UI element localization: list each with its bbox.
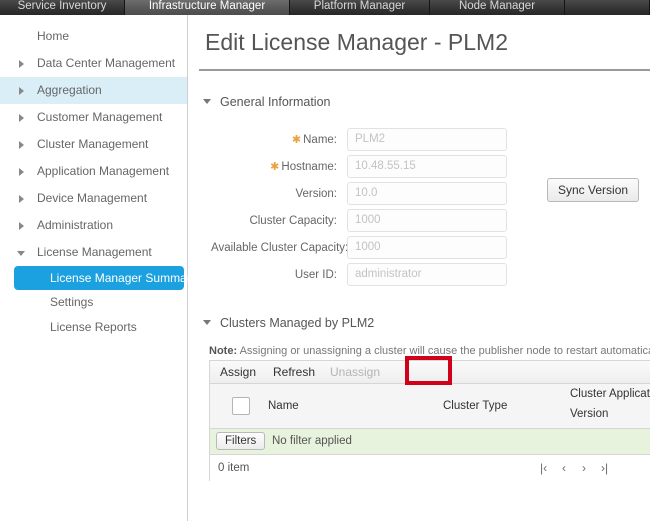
tab-partial[interactable] xyxy=(565,0,650,15)
sidebar-item-aggregation[interactable]: Aggregation xyxy=(0,77,187,104)
tab-service-inventory[interactable]: Service Inventory xyxy=(0,0,125,15)
caret-down-icon xyxy=(203,99,211,104)
form-row-available-cluster-capacity: Available Cluster Capacity: 1000 xyxy=(211,236,631,260)
form-row-cluster-capacity: Cluster Capacity: 1000 xyxy=(211,209,631,233)
sidebar-item-customer-management[interactable]: Customer Management xyxy=(0,104,187,131)
filter-row: Filters No filter applied xyxy=(210,429,650,455)
column-header-name[interactable]: Name xyxy=(268,400,299,412)
filter-status-text: No filter applied xyxy=(272,435,352,447)
required-asterisk-icon: ✱ xyxy=(291,134,302,146)
section-title: General Information xyxy=(220,95,331,109)
form-row-name: ✱ Name: PLM2 xyxy=(211,128,631,152)
section-title: Clusters Managed by PLM2 xyxy=(220,316,375,330)
tab-label: Node Manager xyxy=(458,0,536,12)
chevron-right-icon xyxy=(19,60,24,68)
field-label-hostname: ✱ Hostname: xyxy=(270,161,337,173)
filters-button[interactable]: Filters xyxy=(216,432,266,450)
column-header-cluster-application[interactable]: Cluster Application xyxy=(570,388,650,400)
sidebar-subitem-label: Settings xyxy=(50,295,94,309)
assign-button[interactable]: Assign xyxy=(210,361,266,383)
top-tab-bar: Service Inventory Infrastructure Manager… xyxy=(0,0,650,15)
sidebar-item-label: Cluster Management xyxy=(37,137,149,151)
sidebar-item-license-reports[interactable]: License Reports xyxy=(0,315,187,340)
sidebar-item-label: Aggregation xyxy=(37,83,102,97)
hostname-field[interactable]: 10.48.55.15 xyxy=(347,155,507,178)
name-field[interactable]: PLM2 xyxy=(347,128,507,151)
sidebar-item-label: Administration xyxy=(37,218,114,232)
table-header-row: Name Cluster Type Cluster Application Ve… xyxy=(210,384,650,429)
sidebar-item-label: Application Management xyxy=(37,164,170,178)
version-field[interactable]: 10.0 xyxy=(347,182,507,205)
table-footer: 0 item |‹ ‹ › ›| xyxy=(210,455,650,481)
field-label-available-cluster-capacity: Available Cluster Capacity: xyxy=(211,242,349,254)
required-asterisk-icon: ✱ xyxy=(270,161,280,173)
field-label-user-id: User ID: xyxy=(294,269,337,281)
chevron-right-icon xyxy=(19,87,24,95)
pager-first-icon[interactable]: |‹ xyxy=(540,455,547,481)
tab-node-manager[interactable]: Node Manager xyxy=(430,0,565,15)
refresh-button[interactable]: Refresh xyxy=(263,361,325,383)
form-row-version: Version: 10.0 Sync Version xyxy=(211,178,640,206)
chevron-right-icon xyxy=(19,168,24,176)
tab-label: Service Inventory xyxy=(17,0,107,12)
item-count-label: 0 item xyxy=(218,462,250,474)
form-row-hostname: ✱ Hostname: 10.48.55.15 xyxy=(211,155,631,179)
note-prefix: Note: xyxy=(209,345,238,357)
sidebar-item-administration[interactable]: Administration xyxy=(0,212,187,239)
pager-prev-icon[interactable]: ‹ xyxy=(562,455,566,481)
sidebar-subitem-label: License Manager Summary xyxy=(50,271,197,285)
sidebar-item-data-center-management[interactable]: Data Center Management xyxy=(0,50,187,77)
user-id-field[interactable]: administrator xyxy=(347,263,507,286)
sidebar-item-license-manager-summary[interactable]: License Manager Summary xyxy=(14,266,197,290)
main-content: Edit License Manager - PLM2 General Info… xyxy=(189,15,650,521)
section-header-general-information[interactable]: General Information xyxy=(203,95,330,109)
form-row-user-id: User ID: administrator xyxy=(211,263,631,287)
sidebar-item-label: Device Management xyxy=(37,191,148,205)
tab-infrastructure-manager[interactable]: Infrastructure Manager xyxy=(125,0,290,15)
pager-next-icon[interactable]: › xyxy=(582,455,586,481)
pager-last-icon[interactable]: ›| xyxy=(601,455,608,481)
field-label-cluster-capacity: Cluster Capacity: xyxy=(249,215,337,227)
section-header-clusters-managed[interactable]: Clusters Managed by PLM2 xyxy=(203,316,374,330)
cluster-capacity-field[interactable]: 1000 xyxy=(347,209,507,232)
unassign-button: Unassign xyxy=(330,365,381,379)
sidebar-item-device-management[interactable]: Device Management xyxy=(0,185,187,212)
page-title: Edit License Manager - PLM2 xyxy=(205,29,508,55)
chevron-right-icon xyxy=(19,114,24,122)
tab-platform-manager[interactable]: Platform Manager xyxy=(290,0,430,15)
sidebar-item-cluster-management[interactable]: Cluster Management xyxy=(0,131,187,158)
chevron-right-icon xyxy=(19,141,24,149)
sidebar-item-label: Home xyxy=(37,29,70,43)
sidebar-item-home[interactable]: Home xyxy=(0,23,187,50)
sidebar-item-license-management[interactable]: License Management xyxy=(0,239,187,266)
column-header-version[interactable]: Version xyxy=(570,408,608,420)
sidebar-subitem-label: License Reports xyxy=(50,320,137,334)
tab-label: Platform Manager xyxy=(313,0,406,12)
tab-label: Infrastructure Manager xyxy=(148,0,266,12)
sidebar-item-settings[interactable]: Settings xyxy=(0,290,187,315)
sidebar-item-application-management[interactable]: Application Management xyxy=(0,158,187,185)
chevron-right-icon xyxy=(19,195,24,203)
select-all-checkbox[interactable] xyxy=(232,397,250,415)
chevron-right-icon xyxy=(19,222,24,230)
chevron-down-icon xyxy=(17,251,25,256)
field-label-version: Version: xyxy=(295,188,337,200)
field-label-name: ✱ Name: xyxy=(291,134,337,146)
sidebar-item-label: Data Center Management xyxy=(37,56,176,70)
title-divider xyxy=(199,69,650,71)
sync-version-button[interactable]: Sync Version xyxy=(547,178,640,202)
sidebar-item-label: Customer Management xyxy=(37,110,163,124)
caret-down-icon xyxy=(203,320,211,325)
available-cluster-capacity-field[interactable]: 1000 xyxy=(347,236,507,259)
sidebar-item-label: License Management xyxy=(37,245,152,259)
assign-button-annotation-box xyxy=(405,356,452,385)
column-header-cluster-type[interactable]: Cluster Type xyxy=(443,400,507,412)
sidebar: Home Data Center Management Aggregation … xyxy=(0,15,197,521)
